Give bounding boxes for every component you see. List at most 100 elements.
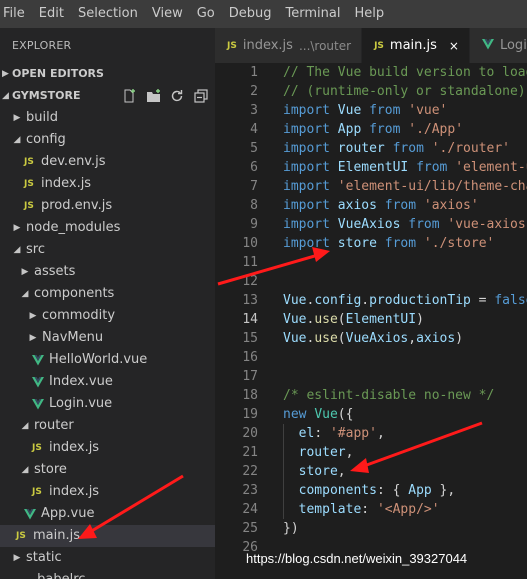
folder-item[interactable]: ▶ build [0,107,215,129]
code-token: import [283,217,330,232]
code-line: 19 new Vue({ [215,405,527,424]
folder-item[interactable]: ◢ components [0,283,215,305]
line-number: 24 [242,502,258,517]
line-text: import 'element-ui/lib/theme-chalk/index… [283,177,527,196]
folder-item[interactable]: ▶ NavMenu [0,327,215,349]
chevron-down-icon: ◢ [21,421,29,431]
file-item[interactable]: JS index.js [0,481,215,503]
menu-selection[interactable]: Selection [71,0,145,28]
editor-tab[interactable]: Logi [469,28,527,63]
file-item[interactable]: App.vue [0,503,215,525]
editor-tabs: JS index.js ...\router JS main.js × Logi [215,28,527,63]
code-editor[interactable]: 1 // The Vue build version to load 2 // (ru… [215,63,527,579]
menu-go[interactable]: Go [190,0,222,28]
close-icon[interactable]: × [449,39,459,53]
code-line: 2 // (runtime-only or standalone) [215,82,527,101]
file-item[interactable]: JS main.js [0,525,215,547]
tree-item-label: dev.env.js [41,154,106,169]
file-item[interactable]: Login.vue [0,393,215,415]
code-token: 'vue-axios' [447,217,527,232]
menu-view[interactable]: View [145,0,190,28]
folder-item[interactable]: ◢ router [0,415,215,437]
file-item[interactable]: JS index.js [0,437,215,459]
folder-item[interactable]: ◢ config [0,129,215,151]
folder-item[interactable]: ◢ store [0,459,215,481]
tree-item-label: src [26,242,45,257]
file-item[interactable]: HelloWorld.vue [0,349,215,371]
code-token: ( [337,312,346,327]
line-number: 1 [250,65,258,80]
tree-item-label: prod.env.js [41,198,113,213]
refresh-icon[interactable] [169,88,185,104]
code-token: : [314,426,330,441]
menu-edit[interactable]: Edit [32,0,71,28]
code-token: VueAxios [345,331,409,346]
editor-tab[interactable]: JS index.js ...\router [215,28,363,63]
code-token: use [314,312,338,327]
tree-item-label: .babelrc [33,569,85,579]
code-token: App [408,483,432,498]
code-line: 11 [215,253,527,272]
js-file-icon: JS [24,179,34,189]
code-token: = [470,293,495,308]
folder-item[interactable]: ▶ static [0,547,215,569]
tab-label: Logi [499,38,527,53]
file-item[interactable]: Index.vue [0,371,215,393]
file-item[interactable]: JS prod.env.js [0,195,215,217]
file-item[interactable]: .babelrc [0,569,215,579]
code-token: ( [337,331,346,346]
collapse-all-icon[interactable] [193,88,209,104]
code-token: router [337,141,385,156]
new-folder-icon[interactable] [145,88,161,104]
open-editors-section[interactable]: ▶ OPEN EDITORS [0,63,215,85]
folder-item[interactable]: ◢ src [0,239,215,261]
editor-tab[interactable]: JS main.js × [362,28,470,63]
chevron-right-icon: ▶ [21,267,29,277]
code-line: 20 el: '#app', [215,424,527,443]
code-token: // (runtime-only or standalone) [283,84,526,99]
file-item[interactable]: JS index.js [0,173,215,195]
code-token: Vue [337,103,362,118]
code-token: use [314,331,338,346]
menu-help[interactable]: Help [347,0,391,28]
chevron-down-icon: ◢ [21,289,29,299]
line-number: 23 [242,483,258,498]
tree-item-label: config [26,132,66,147]
code-token: /* eslint-disable no-new */ [283,388,495,403]
vue-file-icon [32,393,44,415]
menu-debug[interactable]: Debug [222,0,279,28]
js-file-icon: JS [24,201,34,211]
menu-file[interactable]: File [0,0,32,28]
code-token: import [283,179,330,194]
code-token: template [298,502,362,517]
js-file-icon: JS [32,487,42,497]
code-token: from [408,217,440,232]
code-token: . [361,293,370,308]
tree-item-label: static [26,550,62,565]
file-item[interactable]: JS dev.env.js [0,151,215,173]
code-token: , [337,464,346,479]
new-file-icon[interactable] [121,88,137,104]
chevron-right-icon: ▶ [13,553,21,563]
code-line: 8 import axios from 'axios' [215,196,527,215]
code-token: axios [416,331,456,346]
code-line: 13 Vue.config.productionTip = false [215,291,527,310]
menu-terminal[interactable]: Terminal [279,0,348,28]
vue-file-icon [32,349,44,371]
code-line: 25}) [215,519,527,538]
code-token: Vue [283,293,307,308]
folder-item[interactable]: ▶ commodity [0,305,215,327]
line-text: import App from './App' [283,120,463,139]
folder-item[interactable]: ▶ node_modules [0,217,215,239]
code-token: router [298,445,346,460]
folder-item[interactable]: ▶ assets [0,261,215,283]
code-line: 3 import Vue from 'vue' [215,101,527,120]
line-number: 2 [250,84,258,99]
project-section[interactable]: ◢ GYMSTORE [0,85,215,107]
code-token: }) [283,521,299,536]
